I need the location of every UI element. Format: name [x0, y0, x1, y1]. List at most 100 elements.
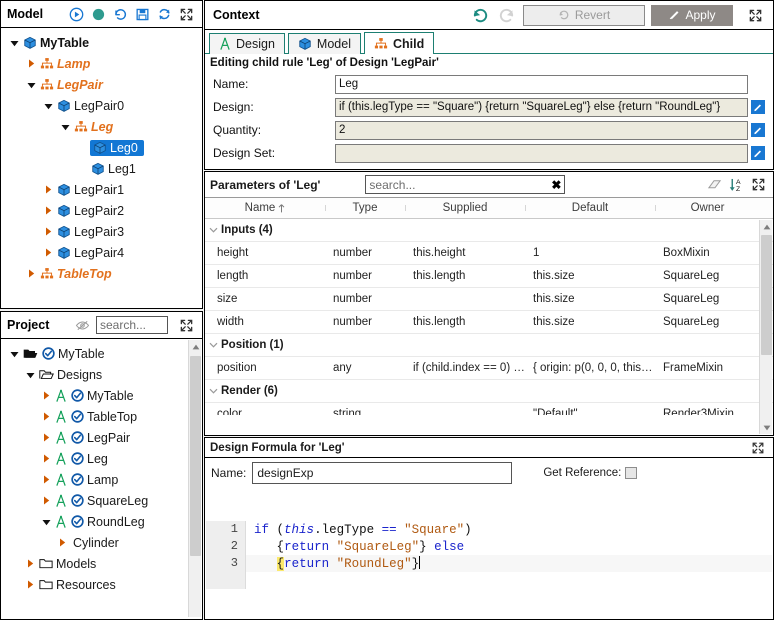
chevron-right-icon[interactable]	[27, 559, 34, 568]
project-tree-item-leg[interactable]: Leg	[1, 448, 187, 469]
expand-icon[interactable]	[745, 5, 765, 25]
model-tree[interactable]: MyTable Lamp LegPair LegPair0 Leg Leg0 Leg1 Leg…	[1, 28, 202, 308]
play-icon[interactable]	[66, 4, 86, 24]
chevron-right-icon[interactable]	[45, 227, 52, 236]
project-search-input[interactable]: search...	[96, 316, 168, 334]
model-tree-item-legpair1[interactable]: LegPair1	[1, 179, 202, 200]
model-tree-item-tabletop[interactable]: TableTop	[1, 263, 202, 284]
tab-design[interactable]: Design	[209, 33, 285, 54]
parameters-column-headers[interactable]: Name Type Supplied Default Owner	[205, 198, 773, 219]
edit-pencil-icon[interactable]	[751, 146, 765, 160]
scroll-up-arrow[interactable]	[189, 340, 202, 353]
parameter-group-inputs[interactable]: Inputs (4)	[205, 219, 773, 242]
group-chevron-down-icon[interactable]	[205, 224, 221, 236]
model-tree-item-legpair0[interactable]: LegPair0	[1, 95, 202, 116]
chevron-down-icon[interactable]	[27, 82, 36, 89]
project-tree-item-resources[interactable]: Resources	[1, 574, 187, 595]
expand-icon[interactable]	[176, 4, 196, 24]
apply-button[interactable]: Apply	[651, 4, 733, 26]
project-tree-item-designs[interactable]: Designs	[1, 364, 187, 385]
context-tabs[interactable]: Design Model Child	[205, 32, 773, 54]
code-line-empty[interactable]	[206, 572, 772, 589]
code-line[interactable]: 2 {return "SquareLeg"} else	[206, 538, 772, 555]
table-row[interactable]: length number this.length this.size SquareLe…	[205, 265, 773, 288]
chevron-right-icon[interactable]	[43, 475, 50, 484]
group-chevron-down-icon[interactable]	[205, 339, 221, 351]
parameters-scrollbar[interactable]	[759, 220, 772, 434]
selected-tree-item[interactable]: Leg0	[90, 139, 144, 156]
project-tree-item-squareleg[interactable]: SquareLeg	[1, 490, 187, 511]
chevron-down-icon[interactable]	[10, 351, 19, 358]
chevron-down-icon[interactable]	[61, 124, 70, 131]
sort-az-icon[interactable]: AZ	[726, 175, 746, 195]
expand-icon[interactable]	[748, 175, 768, 195]
history-undo-icon[interactable]	[110, 4, 130, 24]
chevron-right-icon[interactable]	[43, 454, 50, 463]
chevron-down-icon[interactable]	[10, 40, 19, 47]
chevron-down-icon[interactable]	[44, 103, 53, 110]
scroll-thumb[interactable]	[761, 235, 772, 355]
code-editor[interactable]: 1 if (this.legType == "Square") 2 {return …	[206, 521, 772, 618]
model-tree-item-leg1[interactable]: Leg1	[1, 158, 202, 179]
column-header-default[interactable]: Default	[525, 202, 655, 214]
chevron-right-icon[interactable]	[43, 496, 50, 505]
undo-icon[interactable]	[469, 4, 491, 26]
parameter-group-position[interactable]: Position (1)	[205, 334, 773, 357]
project-tree-item-roundleg[interactable]: RoundLeg	[1, 511, 187, 532]
revert-button[interactable]: Revert	[523, 4, 645, 26]
chevron-right-icon[interactable]	[45, 248, 52, 257]
chevron-right-icon[interactable]	[28, 269, 35, 278]
eraser-icon[interactable]	[704, 175, 724, 195]
chevron-down-icon[interactable]	[42, 519, 51, 526]
scroll-up-arrow[interactable]	[760, 220, 773, 233]
edit-pencil-icon[interactable]	[751, 100, 765, 114]
field-input-name[interactable]: Leg	[335, 74, 748, 94]
column-header-supplied[interactable]: Supplied	[405, 202, 525, 214]
model-tree-item-leg0[interactable]: Leg0	[1, 137, 202, 158]
record-dot-icon[interactable]	[88, 4, 108, 24]
table-row[interactable]: size number this.size SquareLeg	[205, 288, 773, 311]
project-tree-item-mytable[interactable]: MyTable	[1, 385, 187, 406]
project-tree-item-cylinder[interactable]: Cylinder	[1, 532, 187, 553]
group-chevron-down-icon[interactable]	[205, 385, 221, 397]
redo-icon[interactable]	[495, 4, 517, 26]
tab-model[interactable]: Model	[287, 33, 361, 54]
tab-child[interactable]: Child	[363, 32, 435, 54]
chevron-right-icon[interactable]	[43, 412, 50, 421]
eye-slash-icon[interactable]	[72, 315, 92, 335]
model-tree-item-legpair[interactable]: LegPair	[1, 74, 202, 95]
model-tree-item-legpair4[interactable]: LegPair4	[1, 242, 202, 263]
project-tree-scrollbar[interactable]	[188, 340, 201, 617]
field-input-designset[interactable]	[335, 143, 748, 163]
chevron-right-icon[interactable]	[59, 538, 66, 547]
table-row[interactable]: position any if (child.index == 0) { r... {…	[205, 357, 773, 380]
parameters-search-input[interactable]: search... ✖	[365, 175, 566, 194]
column-header-type[interactable]: Type	[325, 202, 405, 214]
project-tree-item-mytable[interactable]: MyTable	[1, 343, 187, 364]
model-tree-item-mytable[interactable]: MyTable	[1, 32, 202, 53]
chevron-right-icon[interactable]	[45, 185, 52, 194]
get-reference-checkbox[interactable]	[625, 467, 638, 479]
project-tree-item-models[interactable]: Models	[1, 553, 187, 574]
table-row[interactable]: width number this.length this.size SquareLeg	[205, 311, 773, 334]
chevron-down-icon[interactable]	[26, 372, 35, 379]
scroll-down-arrow[interactable]	[760, 421, 773, 434]
parameter-group-render[interactable]: Render (6)	[205, 380, 773, 403]
chevron-right-icon[interactable]	[43, 391, 50, 400]
scroll-thumb[interactable]	[190, 356, 201, 556]
chevron-right-icon[interactable]	[45, 206, 52, 215]
expand-icon[interactable]	[748, 438, 768, 458]
model-tree-item-lamp[interactable]: Lamp	[1, 53, 202, 74]
project-tree[interactable]: MyTable Designs MyTable TableTop LegPair Leg L…	[1, 339, 187, 619]
project-tree-item-tabletop[interactable]: TableTop	[1, 406, 187, 427]
project-tree-item-lamp[interactable]: Lamp	[1, 469, 187, 490]
code-line[interactable]: 1 if (this.legType == "Square")	[206, 521, 772, 538]
chevron-right-icon[interactable]	[27, 580, 34, 589]
model-tree-item-leg[interactable]: Leg	[1, 116, 202, 137]
table-row[interactable]: height number this.height 1 BoxMixin	[205, 242, 773, 265]
parameters-table-body[interactable]: Inputs (4) height number this.height 1 BoxMix…	[205, 219, 773, 415]
chevron-right-icon[interactable]	[28, 59, 35, 68]
model-tree-item-legpair2[interactable]: LegPair2	[1, 200, 202, 221]
field-input-quantity[interactable]: 2	[335, 120, 748, 140]
refresh-icon[interactable]	[154, 4, 174, 24]
